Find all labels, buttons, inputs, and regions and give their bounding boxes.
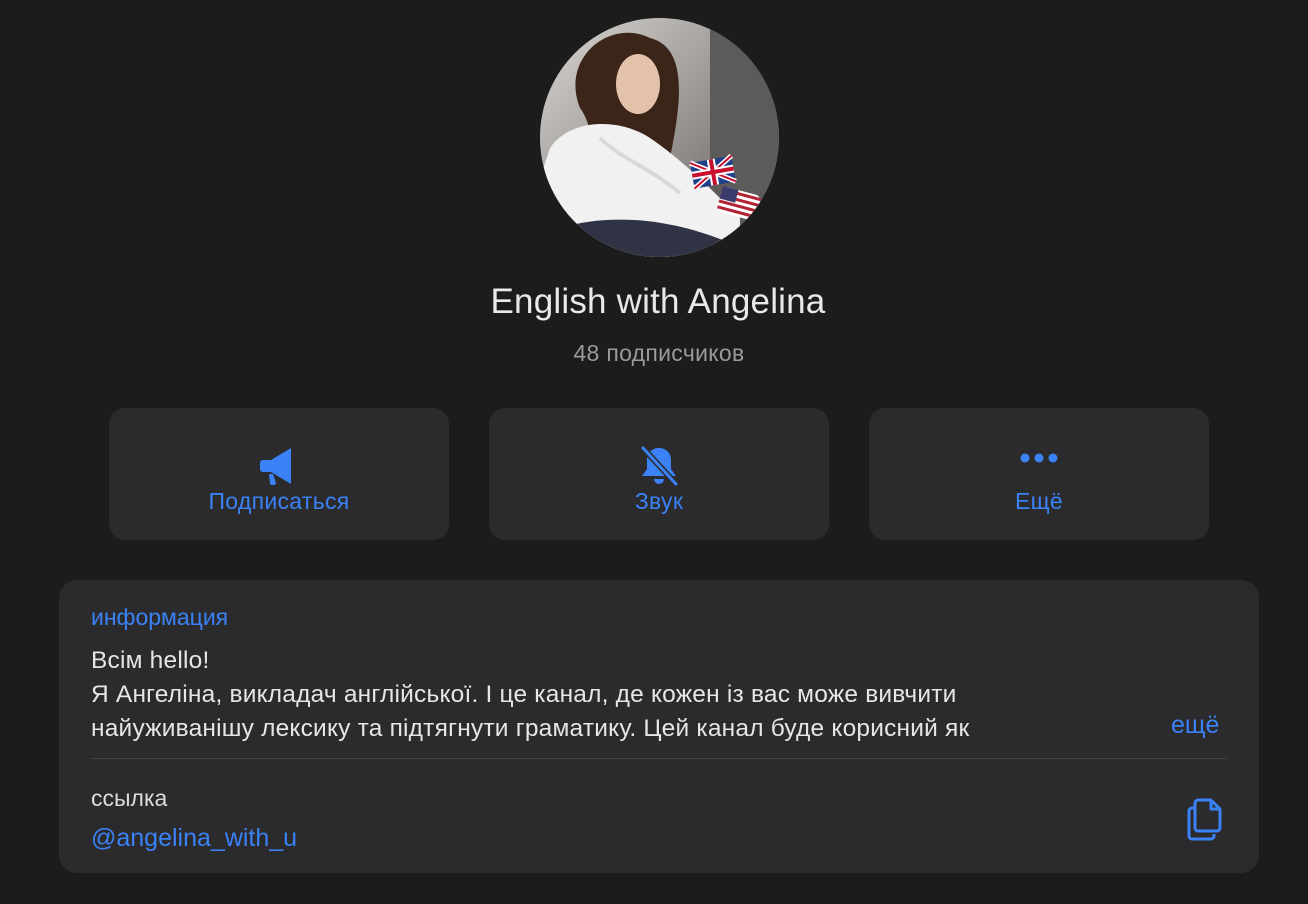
- sound-button[interactable]: Звук: [489, 408, 829, 540]
- show-more-link[interactable]: ещё: [1171, 711, 1219, 740]
- channel-description: Всім hello! Я Ангеліна, викладач англійс…: [91, 644, 1141, 748]
- ellipsis-icon: [1020, 453, 1058, 463]
- subscribe-label: Подписаться: [208, 488, 350, 514]
- channel-username-link[interactable]: @angelina_with_u: [91, 824, 297, 853]
- sound-label: Звук: [634, 488, 684, 514]
- channel-avatar[interactable]: [540, 18, 779, 257]
- more-button[interactable]: Ещё: [869, 408, 1209, 540]
- text-fade: [1039, 710, 1149, 746]
- divider: [91, 758, 1227, 759]
- copy-link-button[interactable]: [1181, 794, 1229, 842]
- link-label: ссылка: [91, 785, 168, 811]
- megaphone-icon: [260, 448, 291, 486]
- channel-title: English with Angelina: [490, 282, 826, 321]
- info-label: информация: [91, 604, 229, 630]
- bell-slash-icon: [640, 445, 679, 487]
- description-line: Всім hello!: [91, 647, 210, 674]
- more-label: Ещё: [1015, 488, 1063, 514]
- description-line: найуживанішу лексику та підтягнути грама…: [91, 715, 970, 742]
- info-card: информация Всім hello! Я Ангеліна, викла…: [59, 580, 1259, 873]
- subscribe-button[interactable]: Подписаться: [109, 408, 449, 540]
- description-line: Я Ангеліна, викладач англійської. І це к…: [91, 681, 957, 708]
- copy-icon: [1187, 798, 1222, 841]
- subscriber-count: 48 подписчиков: [573, 340, 745, 366]
